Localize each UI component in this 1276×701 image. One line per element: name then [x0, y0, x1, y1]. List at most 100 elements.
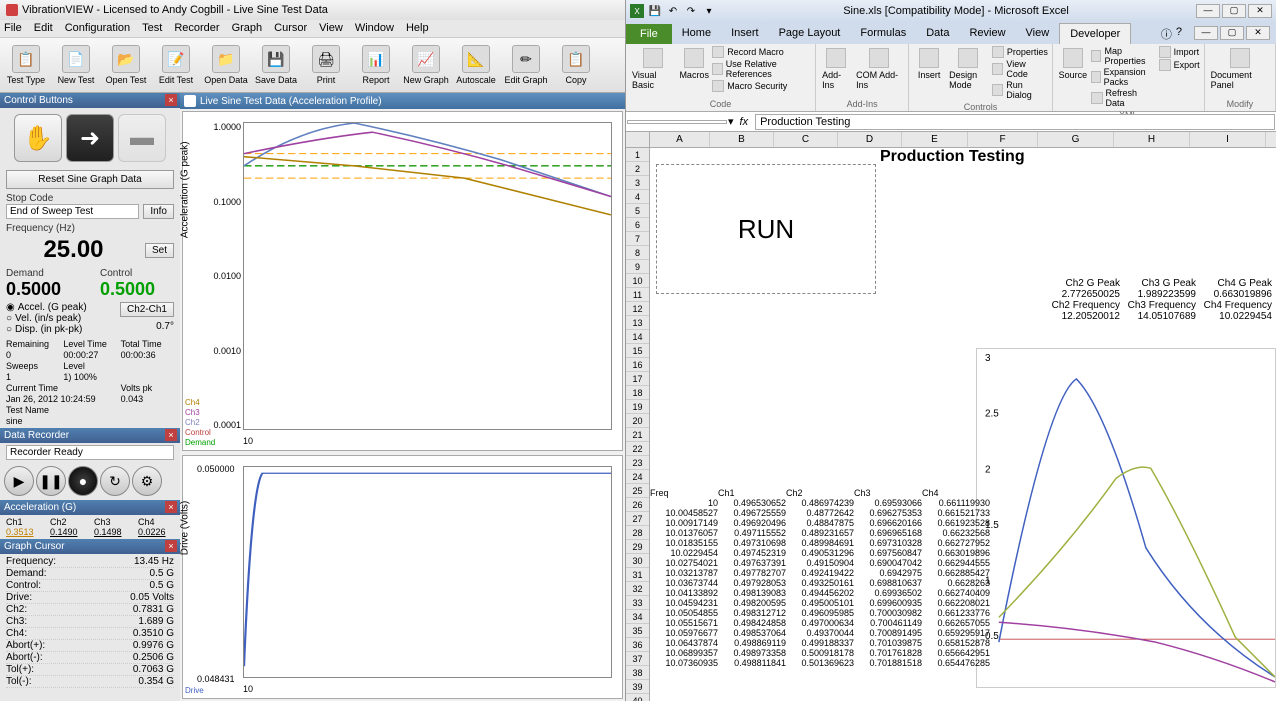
col-header-E[interactable]: E: [902, 132, 968, 147]
menu-file[interactable]: File: [4, 22, 22, 35]
rec-record-button[interactable]: ●: [68, 466, 98, 496]
row-header-21[interactable]: 21: [626, 428, 649, 442]
menu-window[interactable]: Window: [355, 22, 394, 35]
row-header-13[interactable]: 13: [626, 316, 649, 330]
row-header-30[interactable]: 30: [626, 554, 649, 568]
tab-formulas[interactable]: Formulas: [850, 23, 916, 44]
radio-2[interactable]: ○Disp. (in pk-pk): [6, 324, 108, 335]
minimize-button[interactable]: —: [1196, 4, 1220, 18]
row-header-36[interactable]: 36: [626, 638, 649, 652]
col-header-G[interactable]: G: [1038, 132, 1114, 147]
close-icon[interactable]: ×: [165, 94, 177, 106]
map-properties-button[interactable]: Map Properties: [1091, 46, 1157, 66]
toolbar-autoscale[interactable]: 📐Autoscale: [452, 40, 500, 90]
row-header-3[interactable]: 3: [626, 176, 649, 190]
col-header-B[interactable]: B: [710, 132, 774, 147]
menu-edit[interactable]: Edit: [34, 22, 53, 35]
doc-close-button[interactable]: ✕: [1246, 26, 1270, 40]
help-icon[interactable]: ⓘ: [1161, 26, 1172, 42]
col-header-D[interactable]: D: [838, 132, 902, 147]
help-question-icon[interactable]: ?: [1176, 26, 1182, 42]
frequency-set-button[interactable]: Set: [145, 243, 174, 258]
row-header-31[interactable]: 31: [626, 568, 649, 582]
row-header-15[interactable]: 15: [626, 344, 649, 358]
maximize-button[interactable]: ▢: [1222, 4, 1246, 18]
fx-icon[interactable]: fx: [734, 116, 755, 128]
select-all-corner[interactable]: [626, 132, 650, 147]
row-header-35[interactable]: 35: [626, 624, 649, 638]
col-header-C[interactable]: C: [774, 132, 838, 147]
xml-source-button[interactable]: Source: [1057, 46, 1089, 82]
row-header-26[interactable]: 26: [626, 498, 649, 512]
com-addins-button[interactable]: COM Add-Ins: [854, 46, 904, 92]
row-header-19[interactable]: 19: [626, 400, 649, 414]
use-relative-refs-button[interactable]: Use Relative References: [712, 59, 811, 79]
row-header-40[interactable]: 40: [626, 694, 649, 701]
refresh-data-button[interactable]: Refresh Data: [1091, 88, 1157, 108]
row-header-23[interactable]: 23: [626, 456, 649, 470]
toolbar-test-type[interactable]: 📋Test Type: [2, 40, 50, 90]
record-macro-button[interactable]: Record Macro: [712, 46, 811, 58]
rec-pause-button[interactable]: ❚❚: [36, 466, 66, 496]
xml-export-button[interactable]: Export: [1159, 59, 1200, 71]
toolbar-report[interactable]: 📊Report: [352, 40, 400, 90]
xml-import-button[interactable]: Import: [1159, 46, 1200, 58]
rec-loop-button[interactable]: ↻: [100, 466, 130, 496]
row-header-28[interactable]: 28: [626, 526, 649, 540]
save-icon[interactable]: 💾: [648, 4, 662, 18]
macro-security-button[interactable]: Macro Security: [712, 80, 811, 92]
menu-test[interactable]: Test: [142, 22, 162, 35]
visual-basic-button[interactable]: Visual Basic: [630, 46, 676, 92]
run-arrow-button[interactable]: ➜: [66, 114, 114, 162]
toolbar-open-data[interactable]: 📁Open Data: [202, 40, 250, 90]
tab-insert[interactable]: Insert: [721, 23, 769, 44]
formula-input[interactable]: Production Testing: [755, 114, 1275, 130]
radio-1[interactable]: ○Vel. (in/s peak): [6, 313, 108, 324]
qat-dropdown-icon[interactable]: ▾: [702, 4, 716, 18]
toolbar-save-data[interactable]: 💾Save Data: [252, 40, 300, 90]
tab-developer[interactable]: Developer: [1059, 23, 1131, 44]
stop-hand-button[interactable]: ✋: [14, 114, 62, 162]
close-icon[interactable]: ×: [165, 429, 177, 441]
row-header-12[interactable]: 12: [626, 302, 649, 316]
row-header-29[interactable]: 29: [626, 540, 649, 554]
stop-code-info-button[interactable]: Info: [143, 204, 174, 219]
tab-page-layout[interactable]: Page Layout: [769, 23, 851, 44]
menu-graph[interactable]: Graph: [232, 22, 263, 35]
view-code-button[interactable]: View Code: [992, 59, 1048, 79]
tab-home[interactable]: Home: [672, 23, 721, 44]
ch2-ch1-button[interactable]: Ch2-Ch1: [120, 302, 174, 317]
row-header-32[interactable]: 32: [626, 582, 649, 596]
toolbar-edit-graph[interactable]: ✏Edit Graph: [502, 40, 550, 90]
cells-area[interactable]: Production Testing RUN Ch2 G PeakCh3 G P…: [650, 148, 1276, 701]
tab-review[interactable]: Review: [959, 23, 1015, 44]
addins-button[interactable]: Add-Ins: [820, 46, 852, 92]
row-header-39[interactable]: 39: [626, 680, 649, 694]
row-header-7[interactable]: 7: [626, 232, 649, 246]
name-box[interactable]: [627, 120, 727, 124]
rec-play-button[interactable]: ▶: [4, 466, 34, 496]
expansion-packs-button[interactable]: Expansion Packs: [1091, 67, 1157, 87]
row-header-9[interactable]: 9: [626, 260, 649, 274]
close-icon[interactable]: ×: [165, 540, 177, 552]
row-header-11[interactable]: 11: [626, 288, 649, 302]
toolbar-print[interactable]: 🖨Print: [302, 40, 350, 90]
row-header-16[interactable]: 16: [626, 358, 649, 372]
toolbar-copy[interactable]: 📋Copy: [552, 40, 600, 90]
row-header-38[interactable]: 38: [626, 666, 649, 680]
row-header-25[interactable]: 25: [626, 484, 649, 498]
reset-sine-graph-button[interactable]: Reset Sine Graph Data: [6, 170, 174, 189]
file-tab[interactable]: File: [626, 24, 672, 44]
insert-control-button[interactable]: Insert: [913, 46, 945, 82]
row-header-18[interactable]: 18: [626, 386, 649, 400]
row-header-20[interactable]: 20: [626, 414, 649, 428]
row-header-24[interactable]: 24: [626, 470, 649, 484]
menu-configuration[interactable]: Configuration: [65, 22, 130, 35]
radio-0[interactable]: ◉Accel. (G peak): [6, 302, 108, 313]
row-header-1[interactable]: 1: [626, 148, 649, 162]
col-header-F[interactable]: F: [968, 132, 1038, 147]
row-header-6[interactable]: 6: [626, 218, 649, 232]
document-panel-button[interactable]: Document Panel: [1209, 46, 1271, 92]
properties-button[interactable]: Properties: [992, 46, 1048, 58]
undo-icon[interactable]: ↶: [666, 4, 680, 18]
